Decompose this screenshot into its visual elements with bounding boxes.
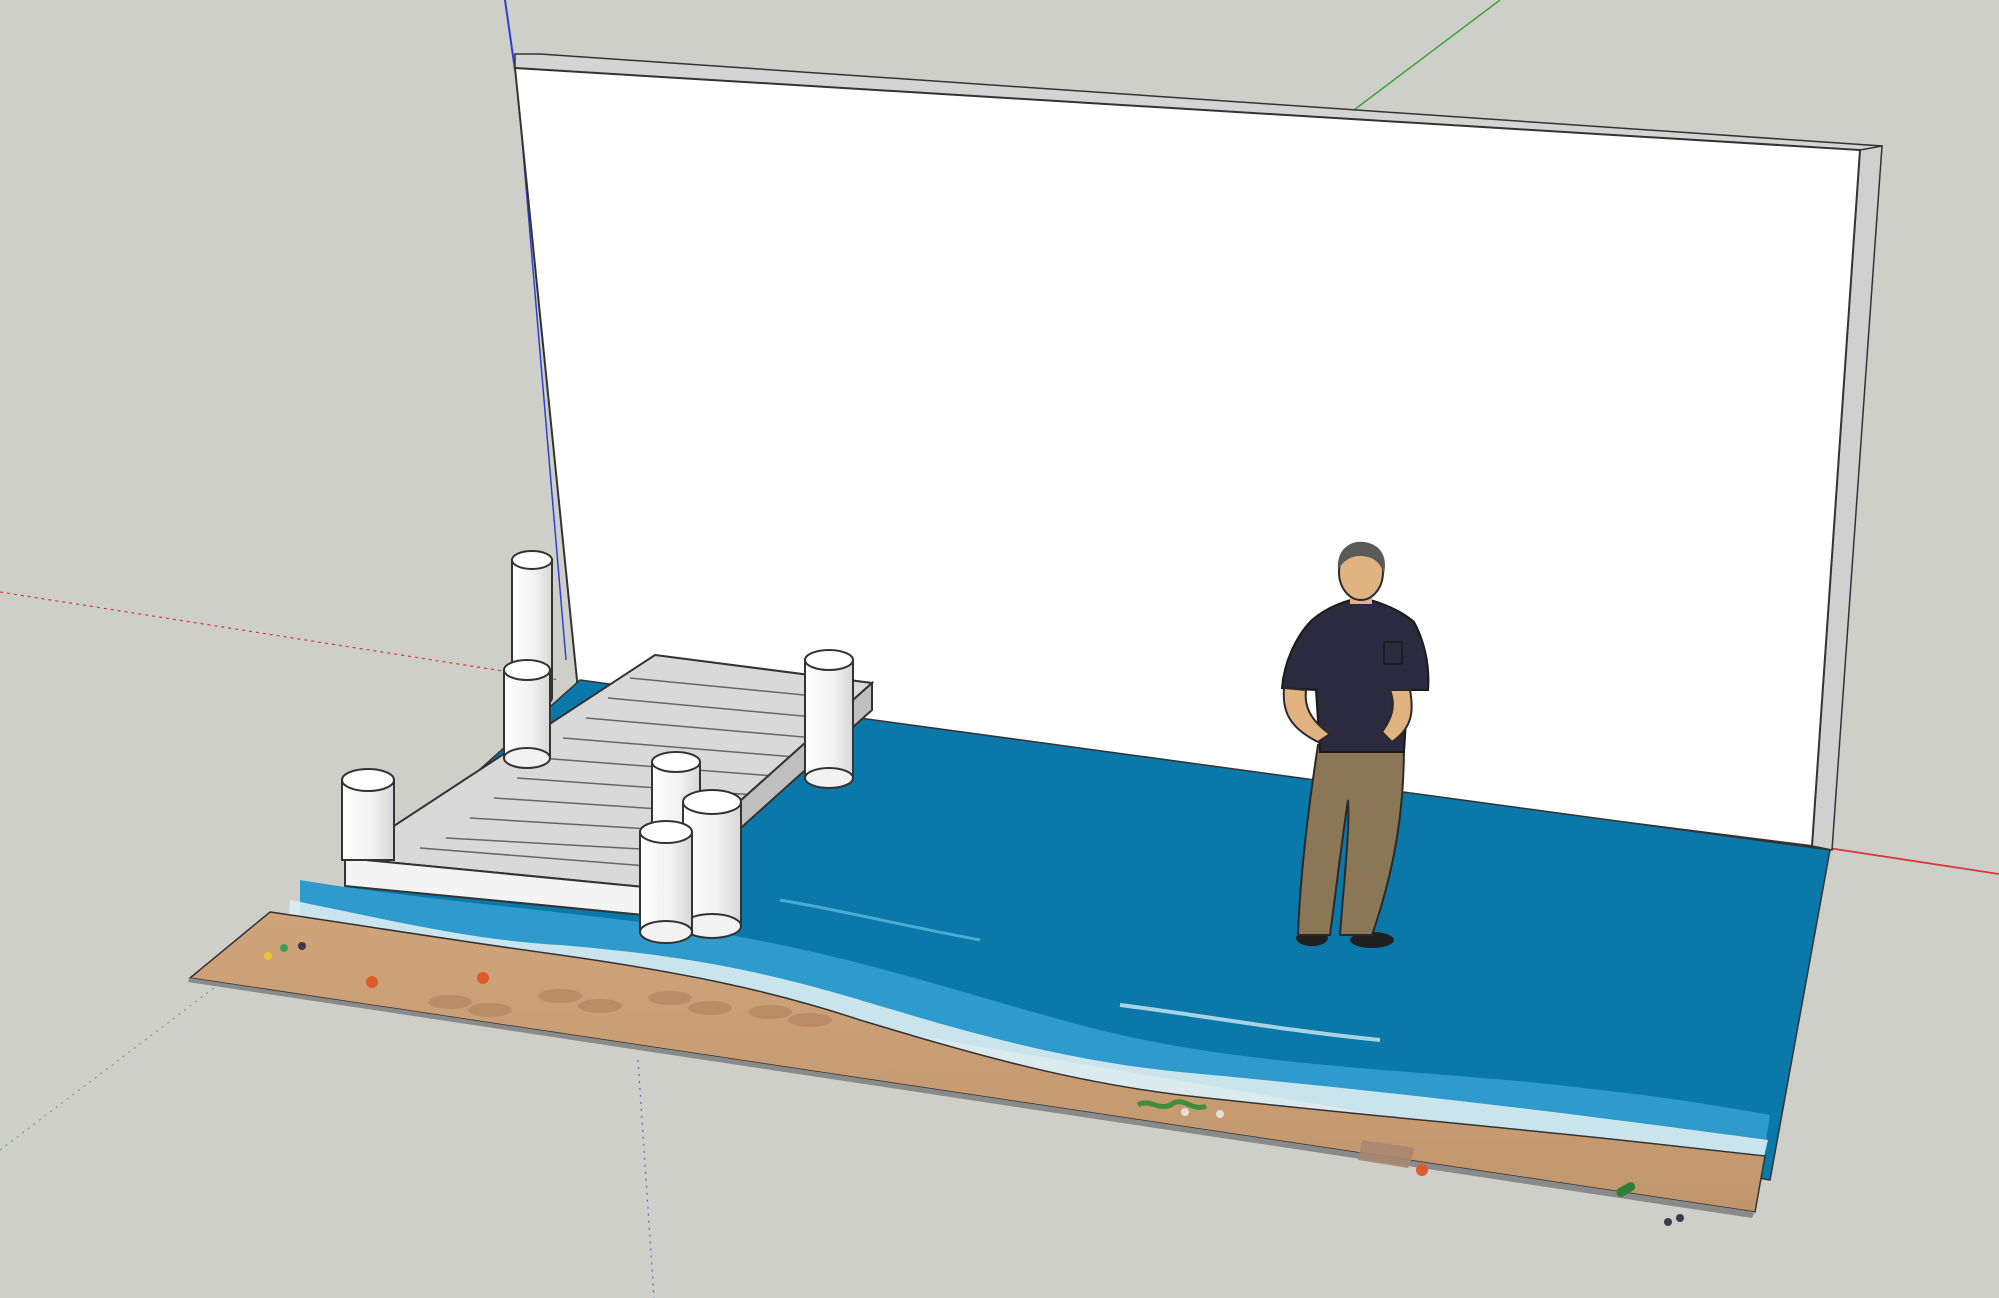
piling-icon[interactable] bbox=[804, 649, 854, 789]
piling-icon[interactable] bbox=[639, 820, 693, 944]
piling-icon[interactable] bbox=[503, 659, 551, 769]
green-axis bbox=[1349, 0, 1501, 114]
modeling-viewport[interactable] bbox=[0, 0, 1999, 1298]
piling-icon[interactable] bbox=[341, 768, 395, 861]
red-axis-left bbox=[0, 591, 561, 681]
red-axis-right bbox=[1814, 845, 1999, 875]
blue-axis-dotted bbox=[637, 1059, 655, 1298]
blue-axis bbox=[504, 0, 516, 71]
